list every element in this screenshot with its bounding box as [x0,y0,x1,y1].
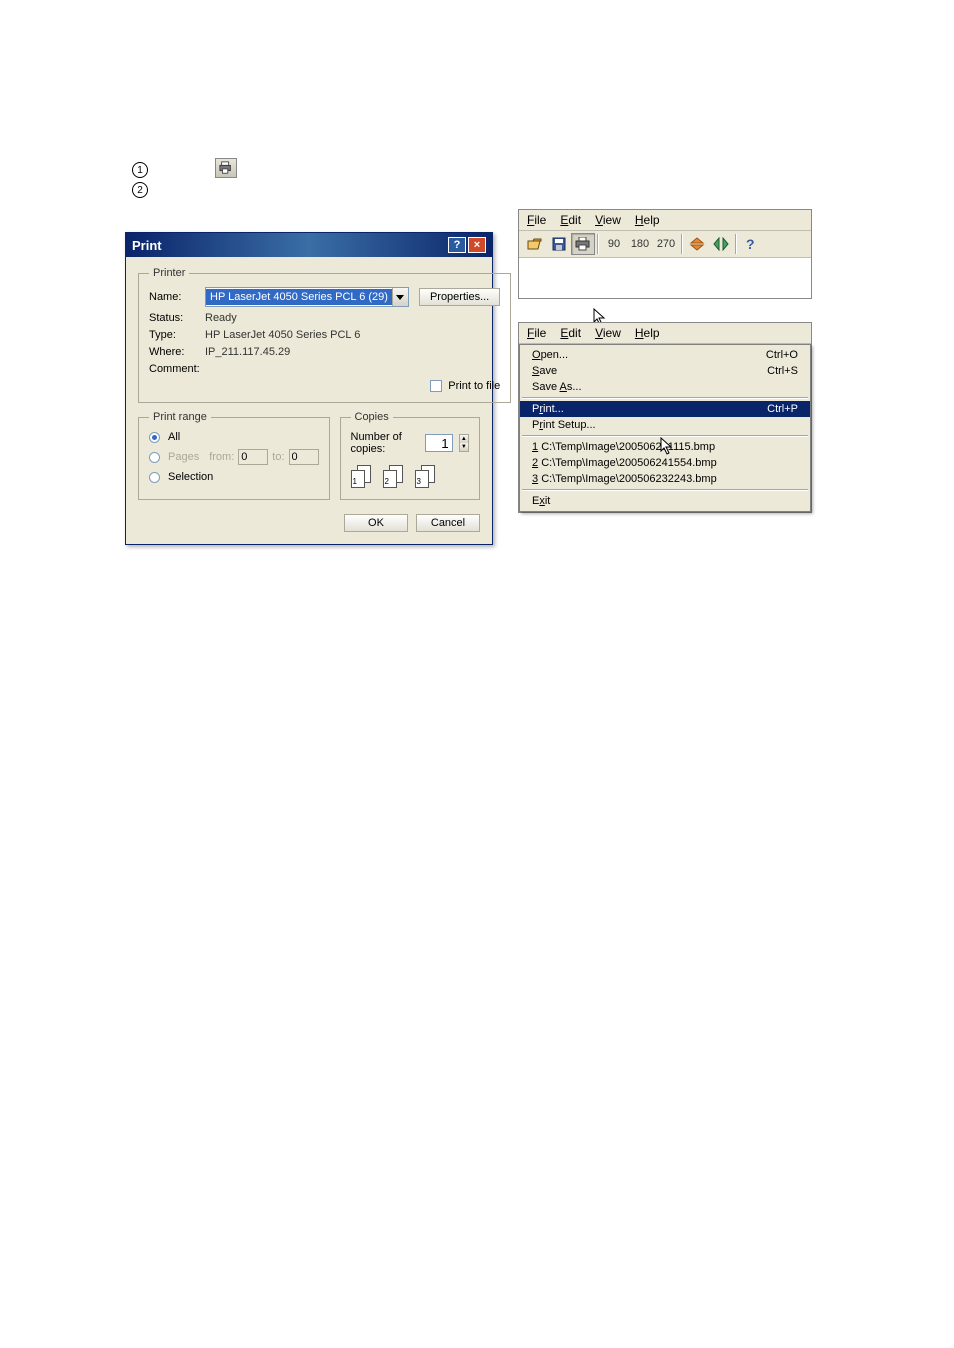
comment-label: Comment: [149,363,205,375]
range-pages-label: Pages [168,451,199,463]
copies-group: Copies Number of copies: ▲ ▼ 1 1 [340,411,481,500]
titlebar[interactable]: Print ? × [126,233,492,257]
num-copies-input[interactable] [425,434,453,452]
menu-window: File Edit View Help Open... Ctrl+O Save … [518,322,812,513]
help-button[interactable]: ? [448,237,466,253]
toolbar-window: File Edit View Help 90 180 270 ? [518,209,812,299]
where-value: IP_211.117.45.29 [205,346,290,358]
toolbar: 90 180 270 ? [519,231,811,258]
menu-item-save-as[interactable]: Save As... [520,379,810,395]
print-to-file-checkbox[interactable] [430,380,442,392]
menu-item-recent-3[interactable]: 3 C:\Temp\Image\200506232243.bmp [520,471,810,487]
menu-view[interactable]: View [595,213,621,227]
bullet-1: 1 [132,162,148,178]
menu-view[interactable]: View [595,326,621,340]
close-button[interactable]: × [468,237,486,253]
flip-horizontal-icon[interactable] [709,233,733,255]
to-label: to: [272,451,284,463]
menu-item-print-setup[interactable]: Print Setup... [520,417,810,433]
range-all-label: All [168,431,180,443]
menu-item-save[interactable]: Save Ctrl+S [520,363,810,379]
flip-vertical-icon[interactable] [685,233,709,255]
print-icon[interactable] [571,233,595,255]
menu-edit[interactable]: Edit [560,326,581,340]
menu-item-open[interactable]: Open... Ctrl+O [520,347,810,363]
svg-text:?: ? [746,236,755,252]
ok-button[interactable]: OK [344,514,408,532]
menu-item-recent-1[interactable]: 1 C:\Temp\Image\200506251115.bmp [520,439,810,455]
status-value: Ready [205,312,237,324]
menu-edit[interactable]: Edit [560,213,581,227]
rotate-270-button[interactable]: 270 [653,233,679,255]
copies-spinner[interactable]: ▲ ▼ [459,434,469,452]
status-label: Status: [149,312,205,324]
print-dialog: Print ? × Printer Name: HP LaserJet 4050… [125,232,493,545]
file-dropdown: Open... Ctrl+O Save Ctrl+S Save As... Pr… [519,344,811,512]
collate-page: 2 [383,470,397,488]
rotate-90-button[interactable]: 90 [601,233,627,255]
collate-page: 1 [351,470,365,488]
name-label: Name: [149,291,205,303]
collate-page: 3 [415,470,429,488]
properties-button[interactable]: Properties... [419,288,500,306]
printer-group: Printer Name: HP LaserJet 4050 Series PC… [138,267,511,403]
menu-item-recent-2[interactable]: 2 C:\Temp\Image\200506241554.bmp [520,455,810,471]
printer-name-select[interactable]: HP LaserJet 4050 Series PCL 6 (29) [205,287,409,307]
from-input[interactable] [238,449,268,465]
range-pages-radio[interactable] [149,452,160,463]
menu-item-print[interactable]: Print... Ctrl+P [520,401,810,417]
menu-file[interactable]: File [527,326,546,340]
dialog-title: Print [132,238,446,253]
range-selection-radio[interactable] [149,472,160,483]
open-icon[interactable] [523,233,547,255]
menubar: File Edit View Help [519,210,811,231]
menu-help[interactable]: Help [635,326,660,340]
shortcut: Ctrl+P [767,403,798,415]
cancel-button[interactable]: Cancel [416,514,480,532]
spinner-down-icon[interactable]: ▼ [460,443,468,451]
where-label: Where: [149,346,205,358]
shortcut: Ctrl+O [766,349,798,361]
shortcut: Ctrl+S [767,365,798,377]
rotate-180-button[interactable]: 180 [627,233,653,255]
printer-name-value: HP LaserJet 4050 Series PCL 6 (29) [206,289,392,305]
bullet-2: 2 [132,182,148,198]
copies-legend: Copies [351,411,393,423]
menubar: File Edit View Help [519,323,811,344]
chevron-down-icon[interactable] [392,288,408,306]
type-value: HP LaserJet 4050 Series PCL 6 [205,329,360,341]
print-range-group: Print range All Pages from: to: Selectio… [138,411,330,500]
type-label: Type: [149,329,205,341]
menu-item-exit[interactable]: Exit [520,493,810,509]
menu-file[interactable]: File [527,213,546,227]
range-selection-label: Selection [168,471,213,483]
collate-graphic: 1 1 2 2 3 3 [351,465,470,489]
print-icon [215,158,237,178]
spinner-up-icon[interactable]: ▲ [460,435,468,443]
printer-legend: Printer [149,267,189,279]
doc-bullets: 1 2 [132,162,148,202]
print-to-file-label: Print to file [448,380,500,392]
range-legend: Print range [149,411,211,423]
menu-help[interactable]: Help [635,213,660,227]
save-icon[interactable] [547,233,571,255]
help-icon[interactable]: ? [739,233,763,255]
range-all-radio[interactable] [149,432,160,443]
from-label: from: [209,451,234,463]
to-input[interactable] [289,449,319,465]
num-copies-label: Number of copies: [351,431,413,455]
